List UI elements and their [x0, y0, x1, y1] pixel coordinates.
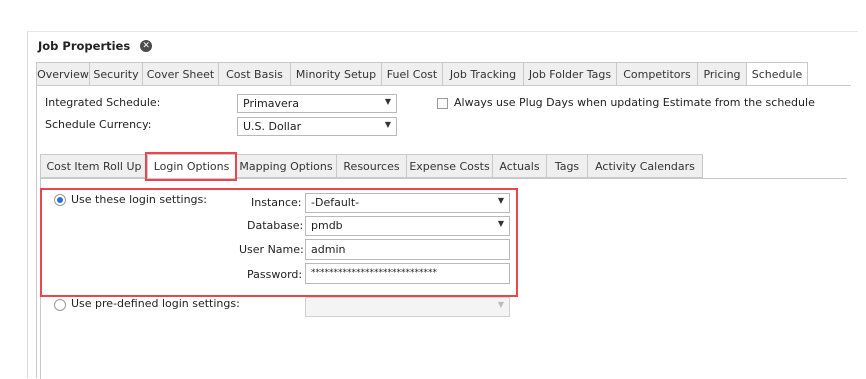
schedule-currency-value: U.S. Dollar — [243, 120, 302, 133]
tab-overview[interactable]: Overview — [36, 62, 89, 86]
close-icon[interactable]: ✕ — [140, 39, 153, 52]
tab-job-folder-tags[interactable]: Job Folder Tags — [523, 62, 616, 86]
integrated-schedule-value: Primavera — [243, 97, 300, 110]
subtab-tags[interactable]: Tags — [546, 154, 587, 178]
top-tab-strip: Overview Security Cover Sheet Cost Basis… — [36, 62, 808, 87]
schedule-currency-label: Schedule Currency: — [45, 118, 152, 131]
plug-days-label: Always use Plug Days when updating Estim… — [454, 96, 815, 109]
tab-fuel-cost[interactable]: Fuel Cost — [381, 62, 442, 86]
tab-schedule[interactable]: Schedule — [746, 62, 808, 87]
subtab-cost-item-roll-up[interactable]: Cost Item Roll Up — [40, 154, 147, 178]
subtab-actuals[interactable]: Actuals — [492, 154, 546, 178]
predefined-login-select[interactable]: ▼ — [305, 297, 510, 317]
integrated-schedule-select[interactable]: Primavera ▼ — [237, 94, 397, 113]
schedule-currency-select[interactable]: U.S. Dollar ▼ — [237, 117, 397, 136]
subtab-activity-calendars[interactable]: Activity Calendars — [587, 154, 703, 178]
subtab-mapping-options[interactable]: Mapping Options — [235, 154, 336, 178]
tab-cost-basis[interactable]: Cost Basis — [218, 62, 290, 86]
use-predefined-login-radio[interactable] — [54, 299, 66, 311]
tab-pricing[interactable]: Pricing — [697, 62, 746, 86]
tab-job-tracking[interactable]: Job Tracking — [442, 62, 523, 86]
document-tab-title: Job Properties — [38, 38, 131, 53]
document-tab-job-properties[interactable]: Job Properties ✕ — [28, 32, 163, 59]
tab-cover-sheet[interactable]: Cover Sheet — [142, 62, 218, 86]
chevron-down-icon: ▼ — [497, 300, 504, 309]
sub-tab-strip: Cost Item Roll Up Login Options Mapping … — [40, 154, 703, 179]
integrated-schedule-label: Integrated Schedule: — [45, 96, 161, 109]
plug-days-checkbox[interactable] — [437, 98, 448, 109]
subtab-resources[interactable]: Resources — [336, 154, 406, 178]
use-predefined-login-label: Use pre-defined login settings: — [71, 297, 240, 310]
tab-minority-setup[interactable]: Minority Setup — [290, 62, 381, 86]
subtab-expense-costs[interactable]: Expense Costs — [406, 154, 492, 178]
login-settings-highlight — [40, 188, 518, 297]
login-options-tab-highlight — [145, 152, 237, 181]
chevron-down-icon: ▼ — [384, 97, 391, 106]
tab-competitors[interactable]: Competitors — [616, 62, 697, 86]
chevron-down-icon: ▼ — [384, 120, 391, 129]
tab-security[interactable]: Security — [89, 62, 142, 86]
